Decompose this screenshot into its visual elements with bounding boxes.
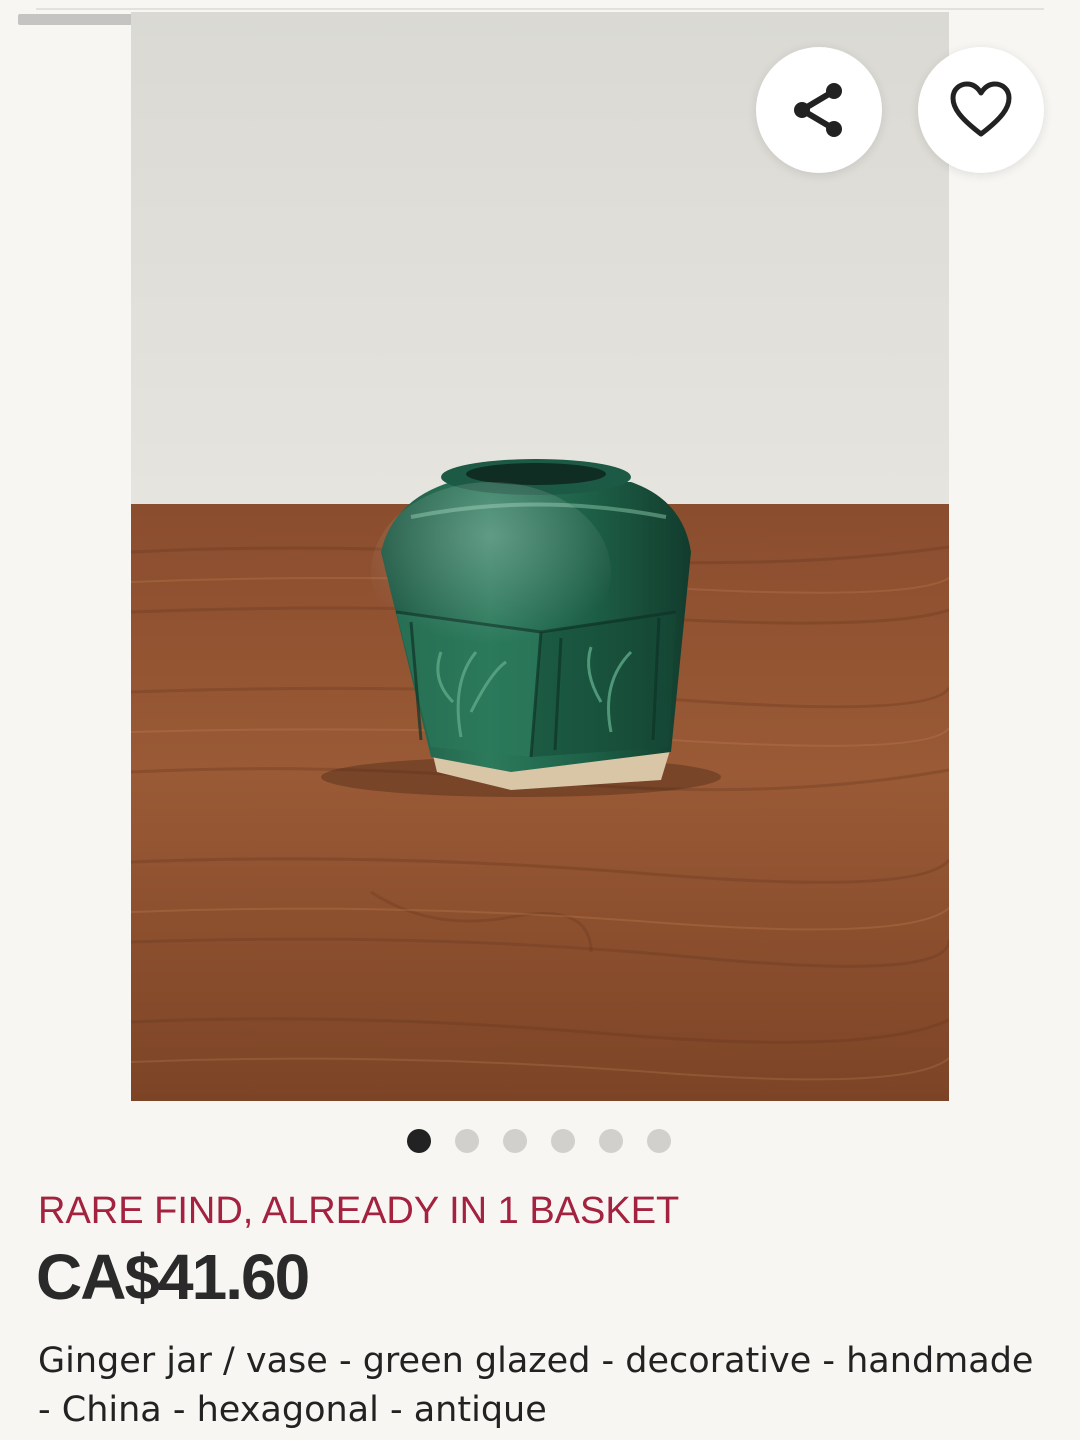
favorite-button[interactable] — [918, 47, 1044, 173]
pagination-dot-5[interactable] — [599, 1129, 623, 1153]
pagination-dot-1[interactable] — [407, 1129, 431, 1153]
urgency-banner: RARE FIND, ALREADY IN 1 BASKET — [38, 1190, 680, 1232]
listing-title: Ginger jar / vase - green glazed - decor… — [38, 1341, 1034, 1430]
pagination-dot-4[interactable] — [551, 1129, 575, 1153]
top-divider — [36, 8, 1044, 10]
heart-outline-icon — [950, 81, 1012, 137]
image-pagination — [407, 1129, 671, 1153]
share-button[interactable] — [756, 47, 882, 173]
share-icon — [794, 83, 842, 137]
pagination-dot-2[interactable] — [455, 1129, 479, 1153]
product-photo-ginger-jar — [131, 12, 949, 1101]
pagination-dot-6[interactable] — [647, 1129, 671, 1153]
pagination-dot-3[interactable] — [503, 1129, 527, 1153]
product-image[interactable] — [131, 12, 949, 1101]
listing-price: CA$41.60 — [36, 1241, 310, 1313]
